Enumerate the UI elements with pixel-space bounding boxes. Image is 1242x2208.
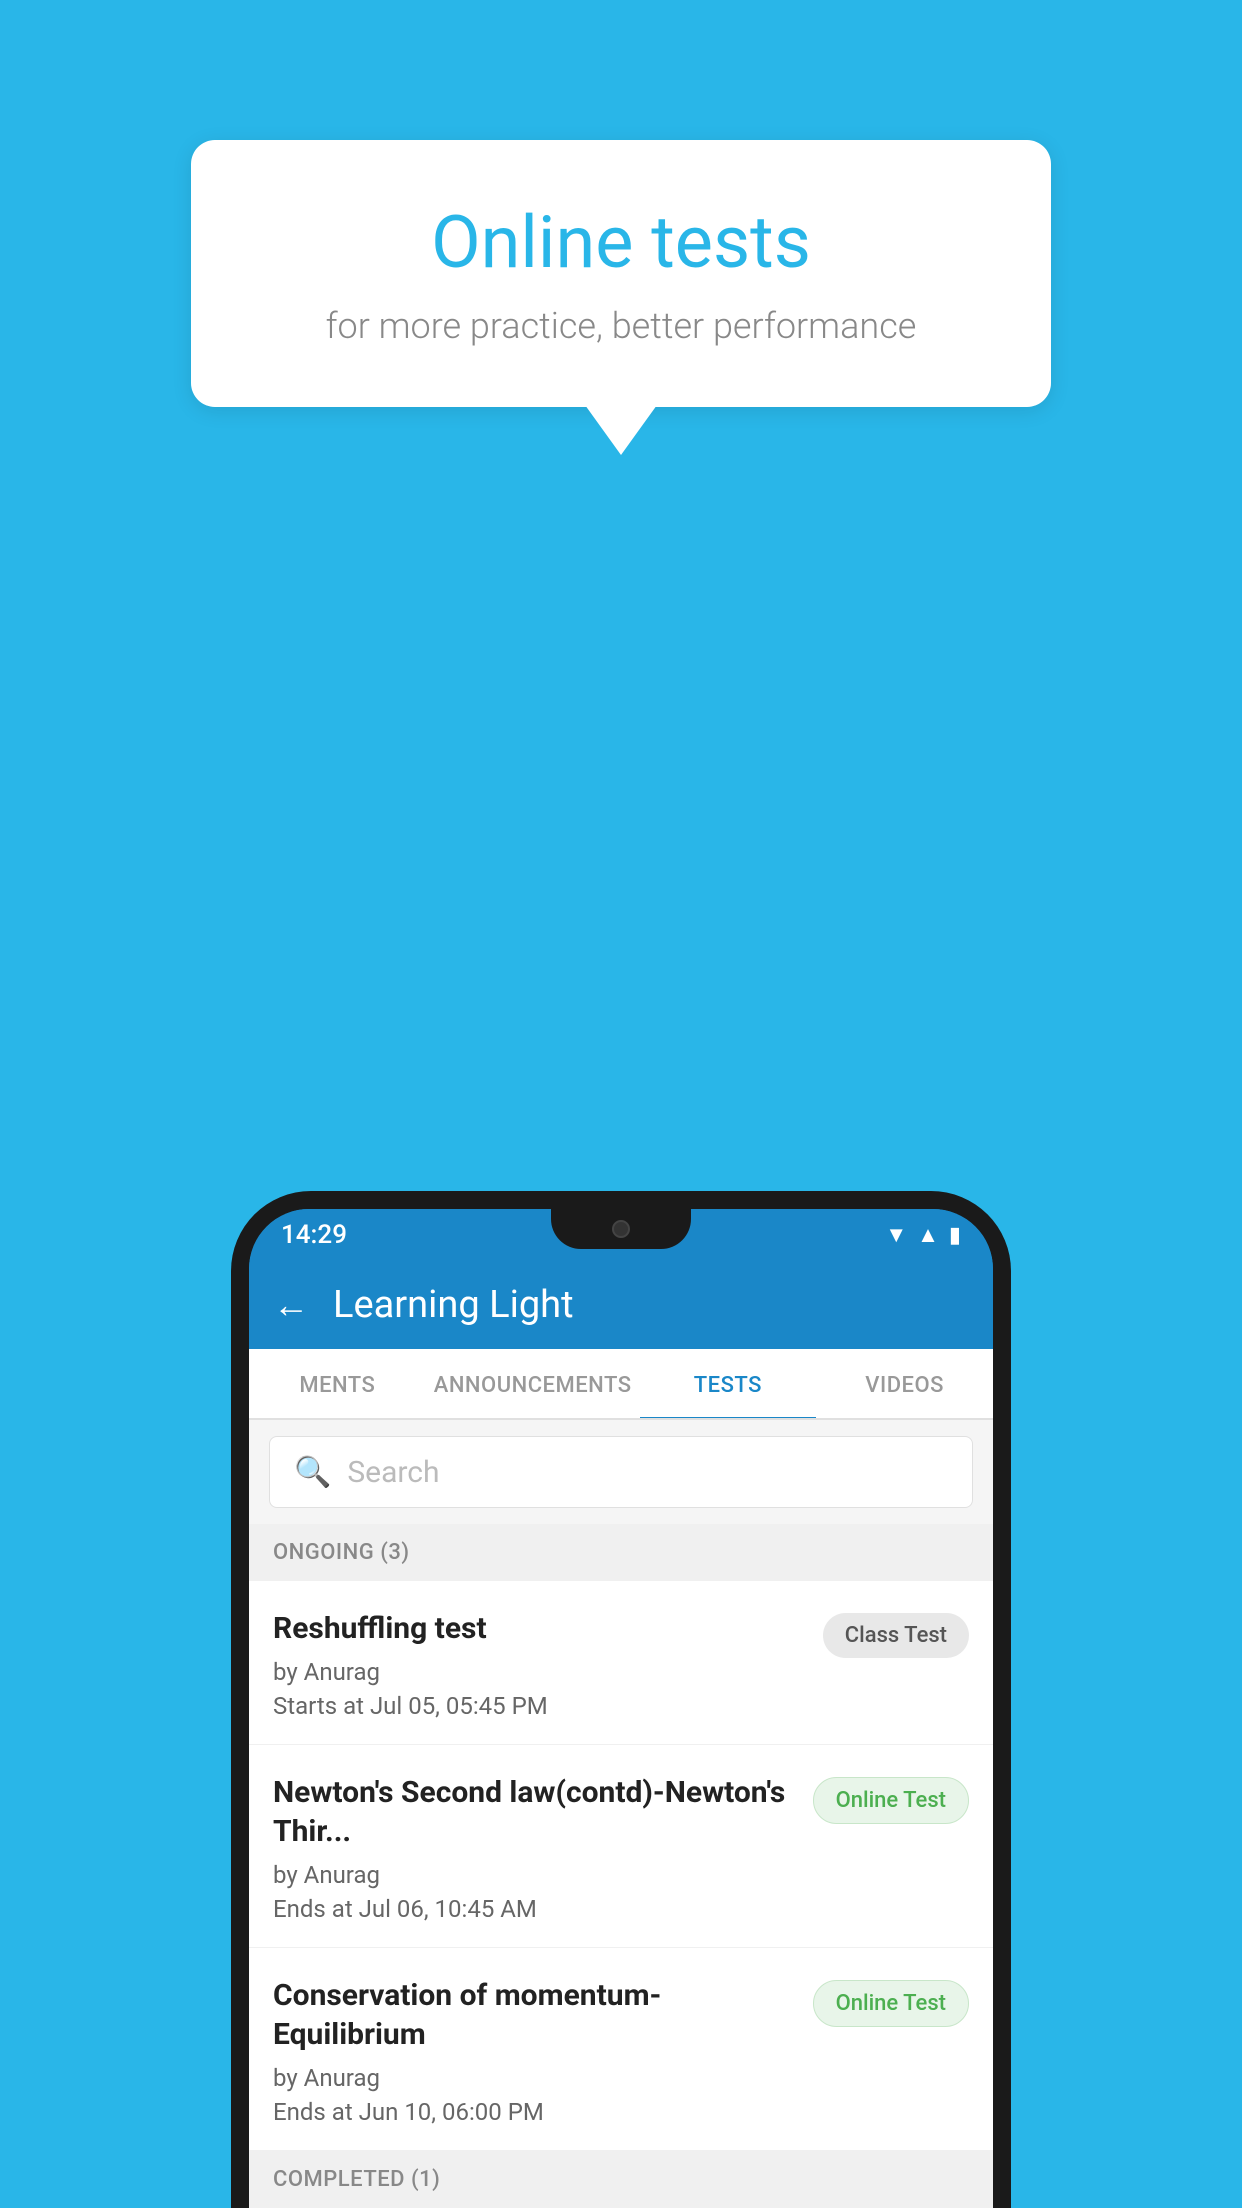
test-time-1: Starts at Jul 05, 05:45 PM bbox=[273, 1692, 807, 1720]
tabs-container: MENTS ANNOUNCEMENTS TESTS VIDEOS bbox=[249, 1349, 993, 1420]
test-author-1: by Anurag bbox=[273, 1658, 807, 1686]
wifi-icon: ▼ bbox=[885, 1222, 907, 1248]
phone-frame-container: 14:29 ▼ ▲ ▮ ← Learning Light MENTS ANNOU… bbox=[231, 1191, 1011, 2208]
speech-bubble: Online tests for more practice, better p… bbox=[191, 140, 1051, 407]
search-icon: 🔍 bbox=[294, 1455, 331, 1490]
status-icons: ▼ ▲ ▮ bbox=[885, 1222, 961, 1248]
status-time: 14:29 bbox=[281, 1220, 347, 1250]
search-container: 🔍 Search bbox=[249, 1420, 993, 1524]
speech-bubble-title: Online tests bbox=[271, 200, 971, 285]
camera-dot bbox=[612, 1220, 630, 1238]
completed-section-title: COMPLETED (1) bbox=[273, 2167, 440, 2192]
speech-bubble-container: Online tests for more practice, better p… bbox=[191, 140, 1051, 407]
ongoing-section-title: ONGOING (3) bbox=[273, 1540, 410, 1565]
tab-tests[interactable]: TESTS bbox=[640, 1349, 817, 1418]
app-title: Learning Light bbox=[333, 1283, 574, 1327]
test-name-1: Reshuffling test bbox=[273, 1609, 807, 1648]
test-author-2: by Anurag bbox=[273, 1861, 797, 1889]
test-badge-1: Class Test bbox=[823, 1613, 969, 1658]
ongoing-section-header: ONGOING (3) bbox=[249, 1524, 993, 1581]
tab-videos[interactable]: VIDEOS bbox=[816, 1349, 993, 1418]
tab-announcements[interactable]: ANNOUNCEMENTS bbox=[426, 1349, 640, 1418]
phone-frame: 14:29 ▼ ▲ ▮ ← Learning Light MENTS ANNOU… bbox=[231, 1191, 1011, 2208]
test-item-2[interactable]: Newton's Second law(contd)-Newton's Thir… bbox=[249, 1745, 993, 1948]
test-time-2: Ends at Jul 06, 10:45 AM bbox=[273, 1895, 797, 1923]
search-placeholder: Search bbox=[347, 1455, 439, 1490]
test-time-3: Ends at Jun 10, 06:00 PM bbox=[273, 2098, 797, 2126]
test-list: Reshuffling test by Anurag Starts at Jul… bbox=[249, 1581, 993, 2151]
test-item-3[interactable]: Conservation of momentum-Equilibrium by … bbox=[249, 1948, 993, 2151]
search-bar[interactable]: 🔍 Search bbox=[269, 1436, 973, 1508]
speech-bubble-subtitle: for more practice, better performance bbox=[271, 305, 971, 347]
completed-section-header: COMPLETED (1) bbox=[249, 2151, 993, 2208]
test-author-3: by Anurag bbox=[273, 2064, 797, 2092]
test-info-1: Reshuffling test by Anurag Starts at Jul… bbox=[273, 1609, 807, 1720]
back-button[interactable]: ← bbox=[273, 1284, 309, 1326]
battery-icon: ▮ bbox=[949, 1223, 961, 1248]
app-header: ← Learning Light bbox=[249, 1261, 993, 1349]
test-badge-2: Online Test bbox=[813, 1777, 969, 1824]
phone-notch bbox=[551, 1209, 691, 1249]
test-info-2: Newton's Second law(contd)-Newton's Thir… bbox=[273, 1773, 797, 1923]
tab-ments[interactable]: MENTS bbox=[249, 1349, 426, 1418]
test-item-1[interactable]: Reshuffling test by Anurag Starts at Jul… bbox=[249, 1581, 993, 1745]
signal-icon: ▲ bbox=[917, 1222, 939, 1248]
test-name-2: Newton's Second law(contd)-Newton's Thir… bbox=[273, 1773, 797, 1851]
test-info-3: Conservation of momentum-Equilibrium by … bbox=[273, 1976, 797, 2126]
test-name-3: Conservation of momentum-Equilibrium bbox=[273, 1976, 797, 2054]
test-badge-3: Online Test bbox=[813, 1980, 969, 2027]
